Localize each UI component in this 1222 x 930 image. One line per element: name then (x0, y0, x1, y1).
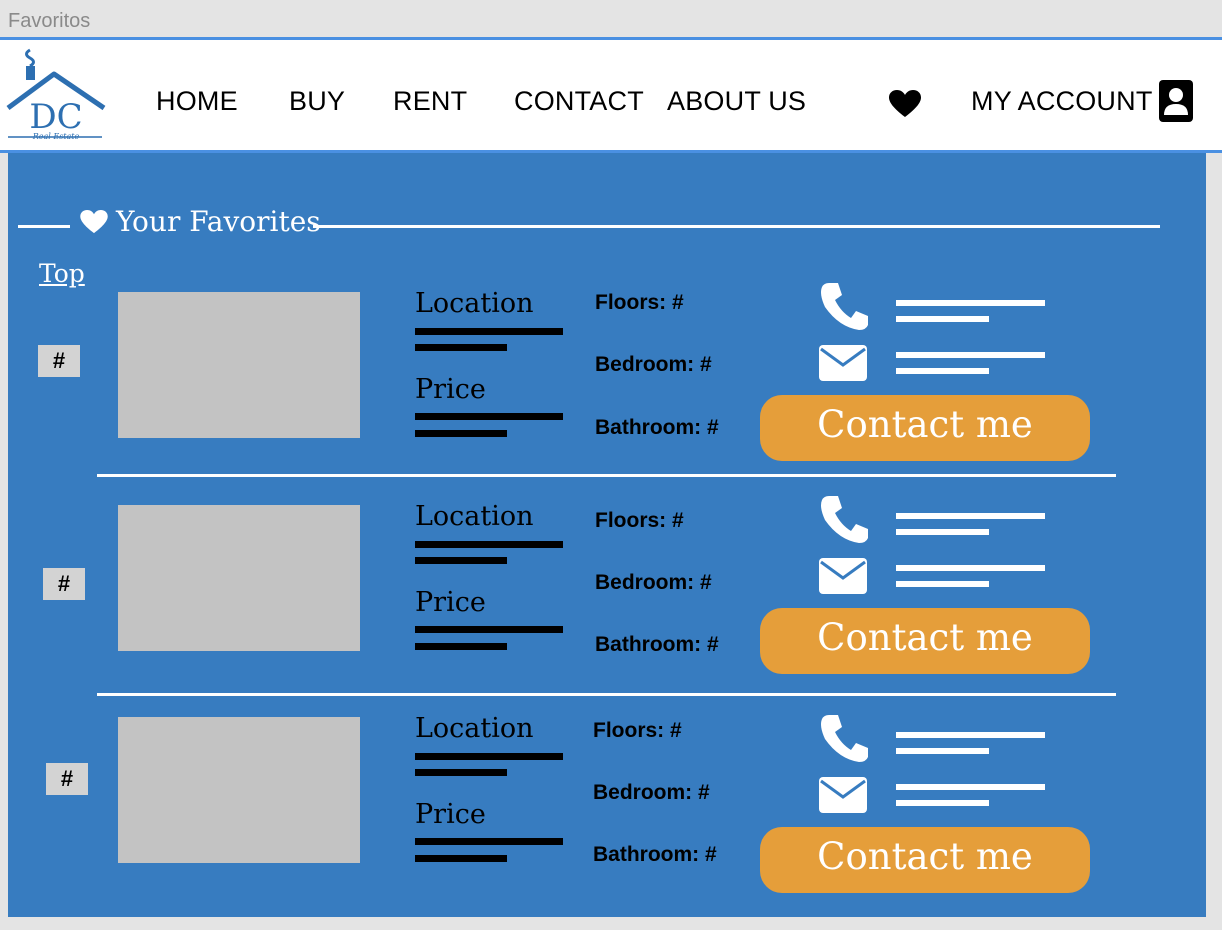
price-line (415, 413, 563, 420)
location-line (415, 753, 563, 760)
listing-number: # (43, 568, 85, 600)
phone-text-line (896, 748, 989, 754)
nav-contact[interactable]: CONTACT (514, 86, 644, 117)
phone-text-line (896, 300, 1045, 306)
price-line (415, 626, 563, 633)
listing-image-placeholder[interactable] (118, 717, 360, 863)
contact-me-button[interactable]: Contact me (760, 827, 1090, 893)
mail-text-line (896, 581, 989, 587)
page-title: Your Favorites (116, 205, 321, 238)
favorite-listing: # Location Price Floors: # Bedroom: # Ba… (8, 283, 1206, 488)
frame-label: Favoritos (8, 10, 91, 32)
bathroom-text: Bathroom: # (593, 843, 717, 866)
location-line (415, 328, 563, 335)
location-line (415, 541, 563, 548)
mail-icon[interactable] (819, 345, 867, 381)
phone-icon[interactable] (819, 281, 869, 331)
bathroom-text: Bathroom: # (595, 416, 719, 439)
floors-text: Floors: # (595, 291, 684, 314)
top-navbar: DC Real Estate HOME BUY RENT CONTACT ABO… (0, 37, 1222, 153)
listing-divider (97, 474, 1116, 477)
favorite-listing: # Location Price Floors: # Bedroom: # Ba… (8, 496, 1206, 701)
location-label: Location (415, 713, 534, 744)
nav-home[interactable]: HOME (156, 86, 238, 117)
listing-divider (97, 693, 1116, 696)
location-line (415, 557, 507, 564)
mail-text-line (896, 565, 1045, 571)
location-line (415, 344, 507, 351)
mail-icon[interactable] (819, 777, 867, 813)
mail-text-line (896, 784, 1045, 790)
price-line (415, 855, 507, 862)
mail-text-line (896, 368, 989, 374)
favorites-panel: Your Favorites Top # Location Price Floo… (8, 153, 1206, 917)
price-label: Price (415, 374, 486, 405)
top-link[interactable]: Top (39, 259, 85, 288)
location-label: Location (415, 501, 534, 532)
location-line (415, 769, 507, 776)
bedroom-text: Bedroom: # (595, 571, 712, 594)
price-line (415, 430, 507, 437)
title-rule-right (313, 225, 1160, 228)
logo-tagline: Real Estate (32, 132, 80, 140)
favorite-listing: # Location Price Floors: # Bedroom: # Ba… (8, 713, 1206, 913)
price-label: Price (415, 587, 486, 618)
logo-letters: DC (29, 97, 82, 137)
price-line (415, 838, 563, 845)
location-label: Location (415, 288, 534, 319)
price-label: Price (415, 799, 486, 830)
title-rule-left (18, 225, 70, 228)
nav-rent[interactable]: RENT (393, 86, 467, 117)
bedroom-text: Bedroom: # (593, 781, 710, 804)
dc-real-estate-logo[interactable]: DC Real Estate (6, 46, 106, 140)
mail-text-line (896, 800, 989, 806)
contact-me-button[interactable]: Contact me (760, 608, 1090, 674)
phone-icon[interactable] (819, 713, 869, 763)
floors-text: Floors: # (593, 719, 682, 742)
listing-number: # (38, 345, 80, 377)
user-profile-icon[interactable] (1159, 80, 1193, 122)
listing-image-placeholder[interactable] (118, 292, 360, 438)
bedroom-text: Bedroom: # (595, 353, 712, 376)
mail-icon[interactable] (819, 558, 867, 594)
phone-text-line (896, 529, 989, 535)
price-line (415, 643, 507, 650)
phone-icon[interactable] (819, 494, 869, 544)
nav-my-account[interactable]: MY ACCOUNT (971, 86, 1153, 117)
phone-text-line (896, 732, 1045, 738)
bathroom-text: Bathroom: # (595, 633, 719, 656)
listing-number: # (46, 763, 88, 795)
floors-text: Floors: # (595, 509, 684, 532)
nav-buy[interactable]: BUY (289, 86, 345, 117)
mail-text-line (896, 352, 1045, 358)
phone-text-line (896, 316, 989, 322)
contact-me-button[interactable]: Contact me (760, 395, 1090, 461)
heart-icon[interactable] (889, 90, 921, 118)
listing-image-placeholder[interactable] (118, 505, 360, 651)
nav-about-us[interactable]: ABOUT US (667, 86, 806, 117)
heart-icon (80, 210, 108, 234)
phone-text-line (896, 513, 1045, 519)
